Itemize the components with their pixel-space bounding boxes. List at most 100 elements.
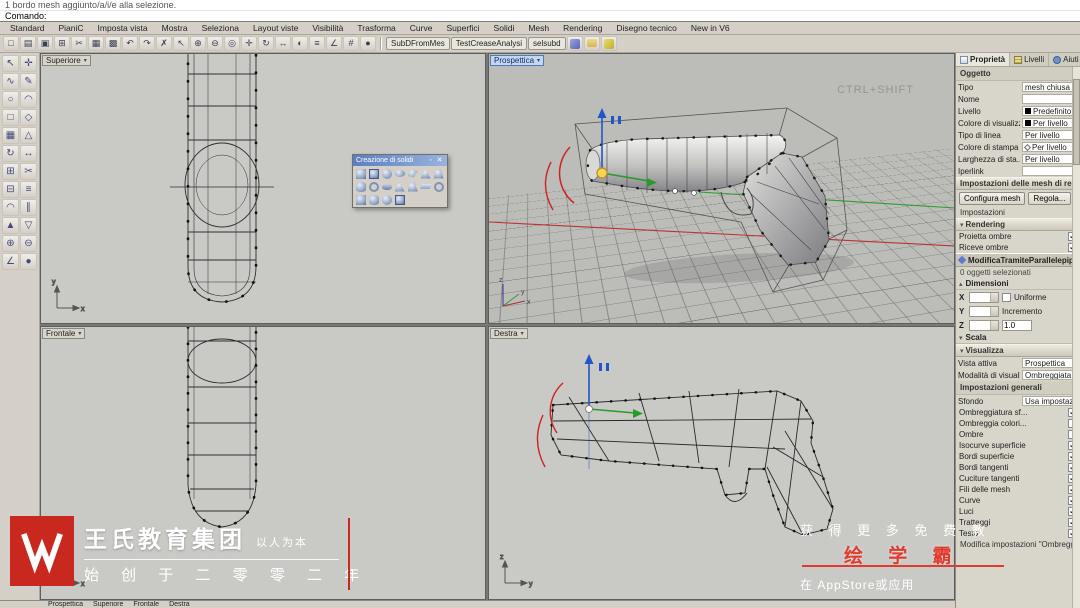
fillet-tool-icon[interactable]: ◠ bbox=[2, 199, 19, 216]
grid-snap-icon[interactable]: # bbox=[343, 36, 359, 51]
toolbar-tab[interactable]: Curve bbox=[404, 21, 439, 34]
tube-icon[interactable] bbox=[368, 181, 379, 192]
zoom-in-icon[interactable]: ⊕ bbox=[190, 36, 206, 51]
trim-tool-icon[interactable]: ✂ bbox=[20, 163, 37, 180]
rotate-view-icon[interactable]: ↻ bbox=[258, 36, 274, 51]
gun-model[interactable] bbox=[585, 133, 831, 267]
undo-icon[interactable]: ↶ bbox=[122, 36, 138, 51]
impostazioni-link[interactable]: Impostazioni bbox=[956, 207, 1080, 218]
toolbar-tab[interactable]: Mesh bbox=[522, 21, 555, 34]
subd-box-icon[interactable] bbox=[566, 36, 583, 51]
property-value[interactable]: Per livello bbox=[1022, 154, 1078, 164]
cage-edit-tool-icon[interactable]: ▽ bbox=[20, 217, 37, 234]
open-file-icon[interactable]: ▤ bbox=[20, 36, 36, 51]
viewport-prospettica[interactable]: Prospettica CTRL+SHIFT bbox=[488, 53, 955, 324]
truncated-pyramid-icon[interactable] bbox=[407, 181, 418, 192]
box-corners-icon[interactable] bbox=[368, 168, 379, 179]
record-history-icon[interactable]: ● bbox=[360, 36, 376, 51]
paraboloid-icon[interactable] bbox=[407, 168, 418, 179]
cylinder-icon[interactable] bbox=[355, 181, 366, 192]
toolbar-tab[interactable]: Trasforma bbox=[351, 21, 401, 34]
pyramid-icon[interactable] bbox=[394, 181, 405, 192]
sphere-icon[interactable] bbox=[381, 168, 392, 179]
section-rendering[interactable]: Rendering bbox=[956, 218, 1080, 231]
boolean-union-icon[interactable]: ⊕ bbox=[2, 235, 19, 252]
rotate-tool-icon[interactable]: ↻ bbox=[2, 145, 19, 162]
toolbar-tab[interactable]: Visibilità bbox=[306, 21, 349, 34]
testcreaseanalysis-button[interactable]: TestCreaseAnalysi bbox=[450, 37, 528, 50]
z-spinner[interactable] bbox=[969, 319, 999, 331]
dimensioni-header[interactable]: Dimensioni bbox=[956, 278, 1080, 290]
viewport-label-superiore[interactable]: Superiore bbox=[42, 55, 91, 66]
boolean-solid-icon[interactable] bbox=[394, 194, 405, 205]
select-icon[interactable]: ↖ bbox=[173, 36, 189, 51]
extrude-surface-icon[interactable] bbox=[368, 194, 379, 205]
property-value[interactable]: Predefinito bbox=[1022, 106, 1078, 116]
osnap-icon[interactable]: ∠ bbox=[326, 36, 342, 51]
redo-icon[interactable]: ↷ bbox=[139, 36, 155, 51]
delete-icon[interactable]: ✗ bbox=[156, 36, 172, 51]
new-file-icon[interactable]: □ bbox=[3, 36, 19, 51]
loft-tool-icon[interactable]: △ bbox=[20, 127, 37, 144]
scale-tool-icon[interactable]: ⊞ bbox=[2, 163, 19, 180]
selsubd-button[interactable]: selsubd bbox=[528, 37, 566, 50]
viewport-label-prospettica[interactable]: Prospettica bbox=[490, 55, 545, 66]
extrude-curve-icon[interactable] bbox=[355, 194, 366, 205]
offset-tool-icon[interactable]: ∥ bbox=[20, 199, 37, 216]
viewport-label-destra[interactable]: Destra bbox=[490, 328, 528, 339]
palette-close-icon[interactable] bbox=[435, 155, 444, 166]
plane-icon[interactable] bbox=[419, 181, 432, 192]
regola-button[interactable]: Regola... bbox=[1028, 192, 1071, 205]
move-tool-icon[interactable]: ↔ bbox=[20, 145, 37, 162]
toolbar-tab[interactable]: Solidi bbox=[488, 21, 521, 34]
measure-tool-icon[interactable]: ∠ bbox=[2, 253, 19, 270]
split-tool-icon[interactable]: ⊟ bbox=[2, 181, 19, 198]
background-dropdown[interactable]: Usa impostazion... bbox=[1022, 396, 1078, 406]
move-icon[interactable]: ↔ bbox=[275, 36, 291, 51]
hide-icon[interactable]: ◐ bbox=[292, 36, 308, 51]
cone-icon[interactable] bbox=[420, 168, 431, 179]
circle-tool-icon[interactable]: ○ bbox=[2, 91, 19, 108]
polygon-tool-icon[interactable]: ◇ bbox=[20, 109, 37, 126]
toolbar-tab[interactable]: Imposta vista bbox=[92, 21, 154, 34]
property-value[interactable]: Per livello bbox=[1022, 142, 1078, 152]
layers-icon[interactable]: ≡ bbox=[309, 36, 325, 51]
toolbar-tab[interactable]: Standard bbox=[4, 21, 51, 34]
viewport-tab[interactable]: Prospettica bbox=[48, 601, 83, 608]
point-tool-icon[interactable]: ● bbox=[20, 253, 37, 270]
section-visualizza[interactable]: Visualizza bbox=[956, 344, 1080, 357]
viewport-label-frontale[interactable]: Frontale bbox=[42, 328, 86, 339]
tab-livelli[interactable]: Livelli bbox=[1010, 53, 1050, 66]
join-tool-icon[interactable]: ≡ bbox=[20, 181, 37, 198]
property-value[interactable]: Per livello bbox=[1022, 118, 1078, 128]
configura-mesh-button[interactable]: Configura mesh bbox=[959, 192, 1026, 205]
toolbar-tab[interactable]: Superfici bbox=[440, 21, 485, 34]
scala-header[interactable]: Scala bbox=[956, 332, 1080, 344]
folder-icon[interactable] bbox=[583, 36, 600, 51]
palette-options-icon[interactable] bbox=[426, 155, 435, 166]
torus-icon[interactable] bbox=[433, 181, 444, 192]
increment-input[interactable] bbox=[1002, 319, 1032, 331]
copy-icon[interactable]: ▦ bbox=[88, 36, 104, 51]
command-input[interactable]: Comando: bbox=[0, 11, 1080, 21]
rectangle-tool-icon[interactable]: □ bbox=[2, 109, 19, 126]
viewport-tab[interactable]: Frontale bbox=[133, 601, 159, 608]
material-box-icon[interactable] bbox=[600, 36, 617, 51]
tab-proprieta[interactable]: Proprietà bbox=[956, 53, 1011, 66]
truncated-cone-icon[interactable] bbox=[433, 168, 444, 179]
zoom-out-icon[interactable]: ⊖ bbox=[207, 36, 223, 51]
property-value[interactable]: Per livello bbox=[1022, 130, 1078, 140]
tab-aiuti[interactable]: Aiuti bbox=[1049, 53, 1080, 66]
cap-holes-icon[interactable] bbox=[381, 194, 392, 205]
viewport-tab[interactable]: Destra bbox=[169, 601, 190, 608]
toolbar-tab[interactable]: Rendering bbox=[557, 21, 608, 34]
uniforme-checkbox[interactable] bbox=[1002, 292, 1011, 302]
toolbar-tab[interactable]: New in V6 bbox=[685, 21, 736, 34]
arc-tool-icon[interactable]: ◠ bbox=[20, 91, 37, 108]
property-value[interactable] bbox=[1022, 166, 1078, 176]
curve-tool-icon[interactable]: ∿ bbox=[2, 73, 19, 90]
scrollbar-thumb[interactable] bbox=[1073, 79, 1080, 165]
property-value[interactable]: mesh chiusa bbox=[1022, 82, 1078, 92]
toolbar-tab[interactable]: Disegno tecnico bbox=[610, 21, 682, 34]
property-value[interactable]: Prospettica bbox=[1022, 358, 1078, 368]
